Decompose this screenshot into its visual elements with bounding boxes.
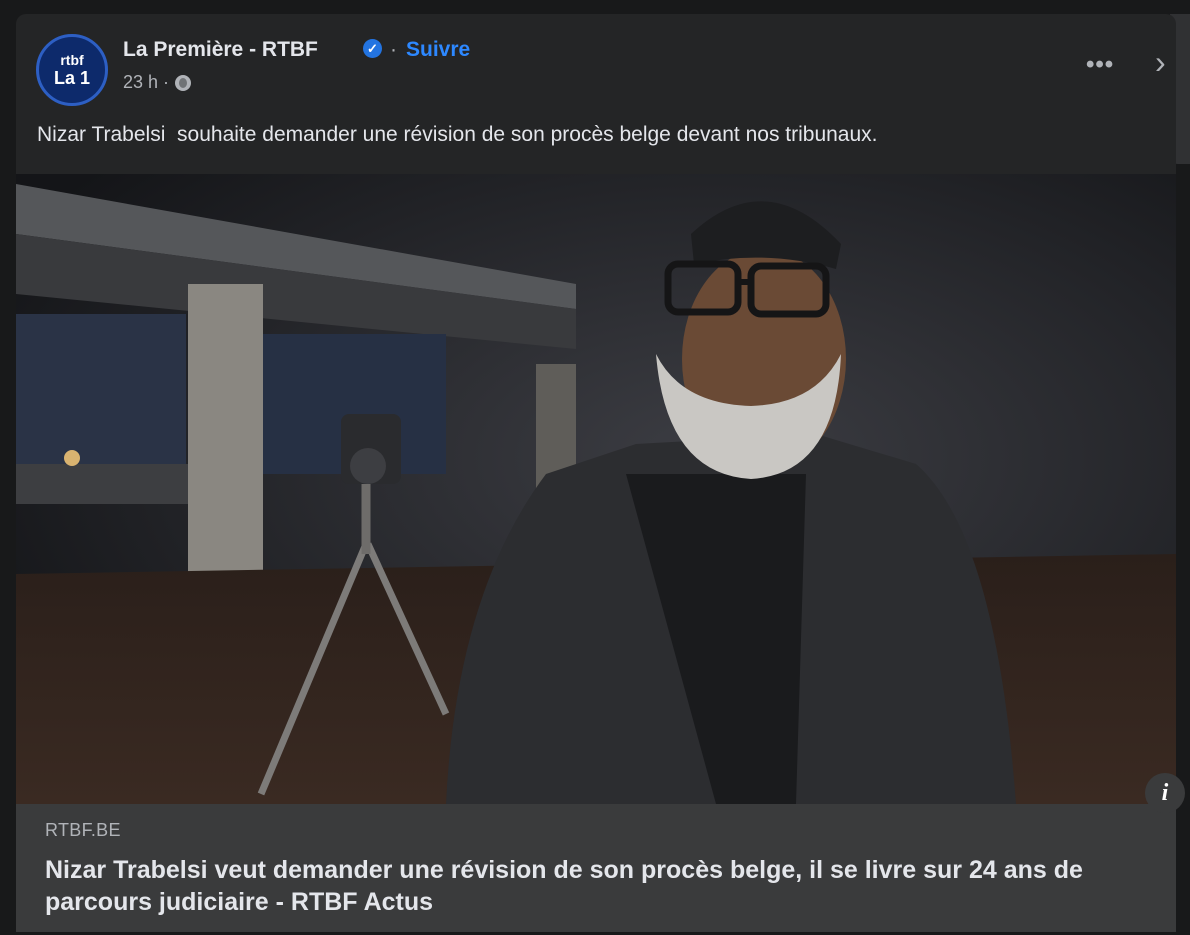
chevron-right-icon[interactable]: › [1155,44,1166,81]
page-name-link[interactable]: La Première - RTBF [123,38,318,62]
more-options-icon[interactable]: ••• [1086,51,1114,79]
avatar-text-top: rtbf [60,52,84,68]
post-image-illustration [16,174,1176,804]
link-domain: RTBF.BE [45,820,121,840]
post-timestamp[interactable]: 23 h · [123,72,169,93]
info-icon[interactable]: i [1145,773,1185,813]
globe-icon [175,74,192,91]
separator-dot: · [390,38,397,61]
link-headline[interactable]: Nizar Trabelsi veut demander une révisio… [45,854,1155,918]
follow-button[interactable]: Suivre [406,38,470,62]
post-message: Nizar Trabelsi souhaite demander une rév… [37,123,878,146]
post-header: rtbf La 1 La Première - RTBF ✓ · Suivre … [16,14,1176,114]
post-meta: 23 h · [123,72,192,93]
avatar-text-bottom: La 1 [53,68,91,88]
verified-badge-icon: ✓ [363,39,382,58]
post-card: rtbf La 1 La Première - RTBF ✓ · Suivre … [16,14,1176,932]
post-image[interactable] [16,174,1176,804]
page-avatar[interactable]: rtbf La 1 [36,34,108,106]
